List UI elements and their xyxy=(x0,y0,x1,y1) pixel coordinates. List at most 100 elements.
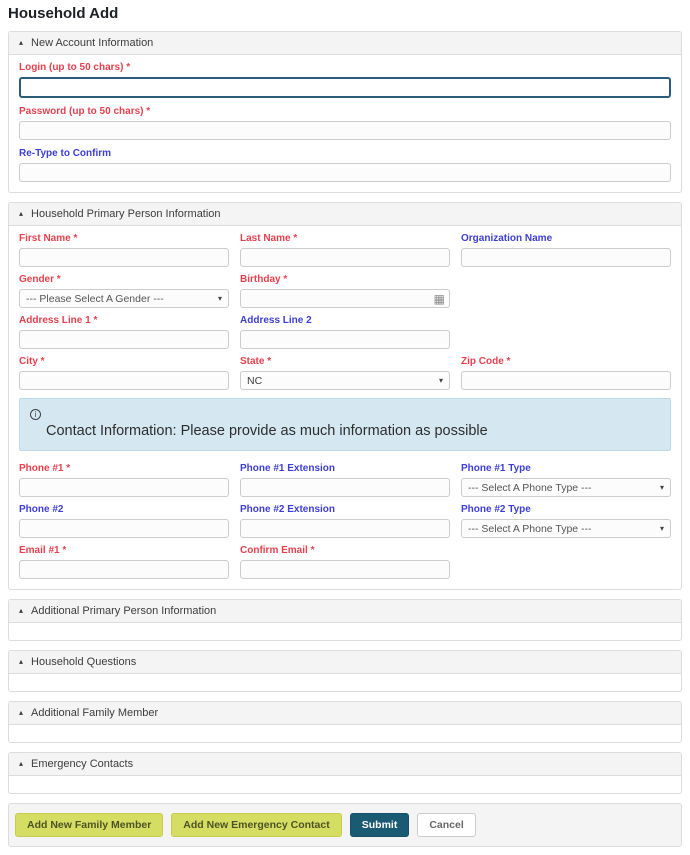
section-header-emergency-contacts[interactable]: ▴ Emergency Contacts xyxy=(9,753,681,776)
collapse-icon: ▴ xyxy=(19,760,23,768)
last-name-input[interactable] xyxy=(240,248,450,267)
page-title: Household Add xyxy=(8,5,682,22)
phone-1-extension-input[interactable] xyxy=(240,478,450,497)
section-header-primary-person[interactable]: ▴ Household Primary Person Information xyxy=(9,203,681,226)
phone-2-type-label: Phone #2 Type xyxy=(461,504,671,516)
add-new-family-member-button[interactable]: Add New Family Member xyxy=(15,813,163,837)
gender-select[interactable]: --- Please Select A Gender --- ▾ xyxy=(19,289,229,308)
chevron-down-icon: ▾ xyxy=(660,483,664,492)
phone-2-type-select[interactable]: --- Select A Phone Type --- ▾ xyxy=(461,519,671,538)
row-phone-1: Phone #1 * Phone #1 Extension Phone #1 T… xyxy=(19,463,671,497)
field-state: State * NC ▾ xyxy=(240,356,450,390)
login-input[interactable] xyxy=(19,77,671,98)
section-additional-primary-info: ▴ Additional Primary Person Information xyxy=(8,599,682,641)
organization-name-input[interactable] xyxy=(461,248,671,267)
email-1-label: Email #1 * xyxy=(19,545,229,557)
field-phone-1-type: Phone #1 Type --- Select A Phone Type --… xyxy=(461,463,671,497)
row-city-state-zip: City * State * NC ▾ Zip Code * xyxy=(19,356,671,390)
retype-password-input[interactable] xyxy=(19,163,671,182)
email-1-input[interactable] xyxy=(19,560,229,579)
field-confirm-email: Confirm Email * xyxy=(240,545,450,579)
spacer-cell xyxy=(461,274,671,308)
chevron-down-icon: ▾ xyxy=(660,524,664,533)
section-title: New Account Information xyxy=(31,37,153,49)
confirm-email-input[interactable] xyxy=(240,560,450,579)
field-phone-1: Phone #1 * xyxy=(19,463,229,497)
footer-action-bar: Add New Family Member Add New Emergency … xyxy=(8,803,682,847)
address-line-1-input[interactable] xyxy=(19,330,229,349)
last-name-label: Last Name * xyxy=(240,233,450,245)
section-title: Additional Family Member xyxy=(31,707,158,719)
section-body-new-account: Login (up to 50 chars) * Password (up to… xyxy=(9,55,681,192)
chevron-down-icon: ▾ xyxy=(439,376,443,385)
row-phone-2: Phone #2 Phone #2 Extension Phone #2 Typ… xyxy=(19,504,671,538)
birthday-label: Birthday * xyxy=(240,274,450,286)
section-additional-family-member: ▴ Additional Family Member xyxy=(8,701,682,743)
phone-2-extension-input[interactable] xyxy=(240,519,450,538)
section-title: Emergency Contacts xyxy=(31,758,133,770)
calendar-icon[interactable]: ▦ xyxy=(434,293,445,305)
address-line-1-label: Address Line 1 * xyxy=(19,315,229,327)
section-header-household-questions[interactable]: ▴ Household Questions xyxy=(9,651,681,674)
section-title: Household Questions xyxy=(31,656,136,668)
phone-1-label: Phone #1 * xyxy=(19,463,229,475)
section-header-new-account[interactable]: ▴ New Account Information xyxy=(9,32,681,55)
section-new-account: ▴ New Account Information Login (up to 5… xyxy=(8,31,682,193)
phone-1-type-label: Phone #1 Type xyxy=(461,463,671,475)
info-icon: i xyxy=(30,409,41,420)
field-city: City * xyxy=(19,356,229,390)
password-label: Password (up to 50 chars) * xyxy=(19,106,671,118)
field-retype-password: Re-Type to Confirm xyxy=(19,148,671,182)
city-label: City * xyxy=(19,356,229,368)
birthday-input[interactable] xyxy=(240,289,450,308)
phone-1-input[interactable] xyxy=(19,478,229,497)
phone-1-type-selected-value: --- Select A Phone Type --- xyxy=(468,482,592,494)
field-phone-2: Phone #2 xyxy=(19,504,229,538)
spacer-cell xyxy=(461,545,671,579)
phone-2-label: Phone #2 xyxy=(19,504,229,516)
add-new-emergency-contact-button[interactable]: Add New Emergency Contact xyxy=(171,813,341,837)
password-input[interactable] xyxy=(19,121,671,140)
birthday-datepicker: ▦ xyxy=(240,289,450,308)
collapse-icon: ▴ xyxy=(19,709,23,717)
field-zip-code: Zip Code * xyxy=(461,356,671,390)
state-select[interactable]: NC ▾ xyxy=(240,371,450,390)
field-password: Password (up to 50 chars) * xyxy=(19,106,671,140)
section-body-additional-primary-info xyxy=(9,623,681,640)
spacer-cell xyxy=(461,315,671,349)
collapse-icon: ▴ xyxy=(19,658,23,666)
phone-2-input[interactable] xyxy=(19,519,229,538)
section-body-additional-family-member xyxy=(9,725,681,742)
field-phone-1-extension: Phone #1 Extension xyxy=(240,463,450,497)
field-email-1: Email #1 * xyxy=(19,545,229,579)
zip-code-input[interactable] xyxy=(461,371,671,390)
section-body-primary-person: First Name * Last Name * Organization Na… xyxy=(9,226,681,589)
phone-1-type-select[interactable]: --- Select A Phone Type --- ▾ xyxy=(461,478,671,497)
state-label: State * xyxy=(240,356,450,368)
phone-2-extension-label: Phone #2 Extension xyxy=(240,504,450,516)
section-body-household-questions xyxy=(9,674,681,691)
retype-password-label: Re-Type to Confirm xyxy=(19,148,671,160)
field-address-line-1: Address Line 1 * xyxy=(19,315,229,349)
first-name-label: First Name * xyxy=(19,233,229,245)
field-login: Login (up to 50 chars) * xyxy=(19,62,671,98)
collapse-icon: ▴ xyxy=(19,210,23,218)
section-header-additional-primary-info[interactable]: ▴ Additional Primary Person Information xyxy=(9,600,681,623)
confirm-email-label: Confirm Email * xyxy=(240,545,450,557)
section-title: Additional Primary Person Information xyxy=(31,605,216,617)
address-line-2-input[interactable] xyxy=(240,330,450,349)
submit-button[interactable]: Submit xyxy=(350,813,410,837)
field-phone-2-type: Phone #2 Type --- Select A Phone Type --… xyxy=(461,504,671,538)
address-line-2-label: Address Line 2 xyxy=(240,315,450,327)
collapse-icon: ▴ xyxy=(19,607,23,615)
field-address-line-2: Address Line 2 xyxy=(240,315,450,349)
first-name-input[interactable] xyxy=(19,248,229,267)
phone-1-extension-label: Phone #1 Extension xyxy=(240,463,450,475)
city-input[interactable] xyxy=(19,371,229,390)
section-household-questions: ▴ Household Questions xyxy=(8,650,682,692)
row-gender-birthday: Gender * --- Please Select A Gender --- … xyxy=(19,274,671,308)
section-header-additional-family-member[interactable]: ▴ Additional Family Member xyxy=(9,702,681,725)
cancel-button[interactable]: Cancel xyxy=(417,813,475,837)
field-organization-name: Organization Name xyxy=(461,233,671,267)
row-email: Email #1 * Confirm Email * xyxy=(19,545,671,579)
